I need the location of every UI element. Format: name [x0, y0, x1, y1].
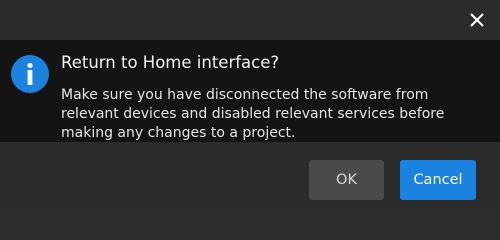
- close-icon: [470, 13, 484, 27]
- dialog-footer: OK Cancel: [0, 142, 500, 207]
- dialog-message: Make sure you have disconnected the soft…: [61, 87, 445, 141]
- ok-button[interactable]: OK: [309, 160, 384, 200]
- confirm-dialog: Return to Home interface? Make sure you …: [0, 0, 500, 207]
- dialog-content: Return to Home interface? Make sure you …: [0, 40, 500, 142]
- info-icon: [11, 55, 49, 93]
- dialog-title: Return to Home interface?: [61, 53, 280, 72]
- close-button[interactable]: [454, 0, 500, 40]
- dialog-titlebar: [0, 0, 500, 40]
- cancel-button[interactable]: Cancel: [400, 160, 476, 200]
